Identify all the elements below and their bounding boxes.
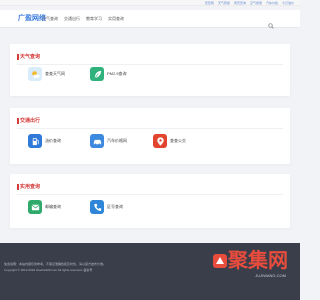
map-pin-icon <box>153 134 167 148</box>
top-link[interactable]: 汽车价格 <box>266 1 278 5</box>
watermark-icon <box>212 253 228 269</box>
top-link[interactable]: 空气质量 <box>250 1 262 5</box>
nav-item-traffic[interactable]: 交通出行 <box>64 16 80 22</box>
tool-item-label: 查查天气网 <box>45 71 65 76</box>
search-icon[interactable] <box>268 16 274 29</box>
tool-item-label: 油价查询 <box>45 138 61 143</box>
footer-disclaimer: 免责说明：本站内容仅供参考，不保证准确性和及时性，请以官方发布为准。 <box>4 262 107 266</box>
watermark-logo: 聚集网 <box>212 251 288 271</box>
section-title: 实用查询 <box>20 184 41 190</box>
navbar: 广盈网络 天气查询 交通出行 教育学习 实用查询 <box>0 10 300 29</box>
top-link[interactable]: 天气预报 <box>218 1 230 5</box>
tool-item-pm25[interactable]: PM2.5查询 <box>90 67 127 81</box>
section-traffic: 交通出行 油价查询 汽车价格网 查查公交 <box>10 108 290 164</box>
nav-menu: 天气查询 交通出行 教育学习 实用查询 <box>42 16 124 22</box>
top-link[interactable]: 查查网 <box>205 1 214 5</box>
tool-item-label: 邮编查询 <box>45 204 61 209</box>
tool-item-bus[interactable]: 查查公交 <box>153 134 186 148</box>
top-links: 查查网 天气预报 黄历查询 空气质量 汽车价格 今日油价 <box>205 1 294 5</box>
fuel-icon <box>28 134 42 148</box>
nav-item-weather[interactable]: 天气查询 <box>42 16 58 22</box>
section-accent <box>17 118 19 124</box>
top-link[interactable]: 黄历查询 <box>234 1 246 5</box>
tool-item-area-code[interactable]: 区号查询 <box>90 200 123 214</box>
section-divider <box>17 64 283 65</box>
tool-item-weather-site[interactable]: 查查天气网 <box>28 67 65 81</box>
leaf-icon <box>90 67 104 81</box>
section-accent <box>17 54 19 60</box>
envelope-icon <box>28 200 42 214</box>
tool-item-label: 汽车价格网 <box>107 138 127 143</box>
tool-item-postcode[interactable]: 邮编查询 <box>28 200 61 214</box>
section-accent <box>17 184 19 190</box>
watermark-subtext: JUJIWANG.COM <box>255 273 286 278</box>
tool-item-label: PM2.5查询 <box>107 71 127 76</box>
phone-icon <box>90 200 104 214</box>
section-title: 天气查询 <box>20 54 41 60</box>
tool-item-fuel-price[interactable]: 油价查询 <box>28 134 61 148</box>
section-utility: 实用查询 邮编查询 区号查询 <box>10 174 290 228</box>
nav-item-utility[interactable]: 实用查询 <box>108 16 124 22</box>
tool-item-label: 查查公交 <box>170 138 186 143</box>
tool-item-label: 区号查询 <box>107 204 123 209</box>
tool-item-car-price[interactable]: 汽车价格网 <box>90 134 127 148</box>
footer-copyright: Copyright © 2012-2024 chacha100.com All … <box>4 268 93 272</box>
car-icon <box>90 134 104 148</box>
section-divider <box>17 128 283 129</box>
section-title: 交通出行 <box>20 118 41 124</box>
watermark-text: 聚集网 <box>228 250 288 272</box>
footer: 免责说明：本站内容仅供参考，不保证准确性和及时性，请以官方发布为准。 Copyr… <box>0 243 300 300</box>
top-link[interactable]: 今日油价 <box>282 1 294 5</box>
nav-item-education[interactable]: 教育学习 <box>86 16 102 22</box>
section-weather: 天气查询 查查天气网 PM2.5查询 <box>10 44 290 96</box>
top-strip: 查查网 天气预报 黄历查询 空气质量 汽车价格 今日油价 <box>0 0 300 6</box>
section-divider <box>17 194 283 195</box>
sun-cloud-icon <box>28 67 42 81</box>
